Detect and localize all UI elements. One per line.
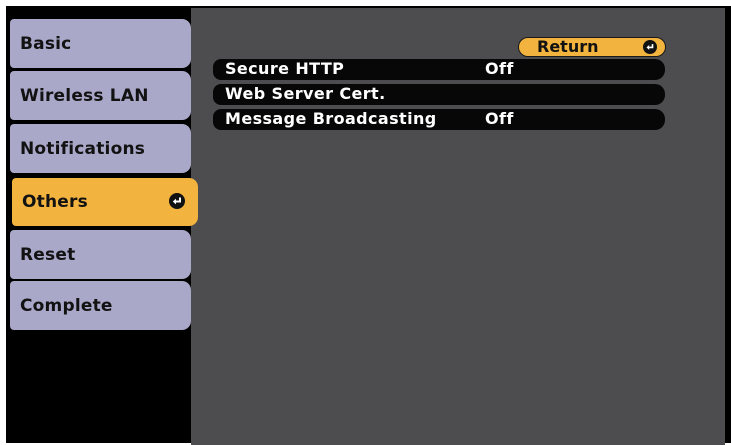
menu-row-label: Message Broadcasting [225, 109, 437, 128]
sidebar-item-reset[interactable]: Reset [10, 230, 191, 279]
menu-row-value: Off [485, 109, 514, 128]
return-button-label: Return [537, 37, 599, 56]
sidebar-item-notifications[interactable]: Notifications [10, 124, 191, 173]
menu-row-label: Web Server Cert. [225, 84, 386, 103]
sidebar-item-basic[interactable]: Basic [10, 19, 191, 68]
sidebar-item-label: Reset [20, 244, 76, 265]
menu-row-web-server-cert[interactable]: Web Server Cert. [213, 84, 665, 105]
sidebar-item-label: Others [22, 192, 88, 212]
return-button[interactable]: Return [518, 37, 666, 57]
sidebar-item-complete[interactable]: Complete [10, 281, 191, 330]
sidebar-item-wireless-lan[interactable]: Wireless LAN [10, 71, 191, 120]
sidebar-item-label: Basic [20, 33, 72, 54]
menu-row-secure-http[interactable]: Secure HTTP Off [213, 59, 665, 80]
menu-row-value: Off [485, 59, 514, 78]
sidebar-item-others[interactable]: Others [12, 178, 198, 226]
enter-return-icon [643, 40, 657, 54]
menu-row-label: Secure HTTP [225, 59, 345, 78]
sidebar-item-label: Complete [20, 295, 113, 316]
enter-return-icon [169, 193, 185, 209]
sidebar-item-label: Notifications [20, 138, 146, 159]
menu-row-message-broadcasting[interactable]: Message Broadcasting Off [213, 109, 665, 130]
sidebar-item-label: Wireless LAN [20, 85, 149, 106]
